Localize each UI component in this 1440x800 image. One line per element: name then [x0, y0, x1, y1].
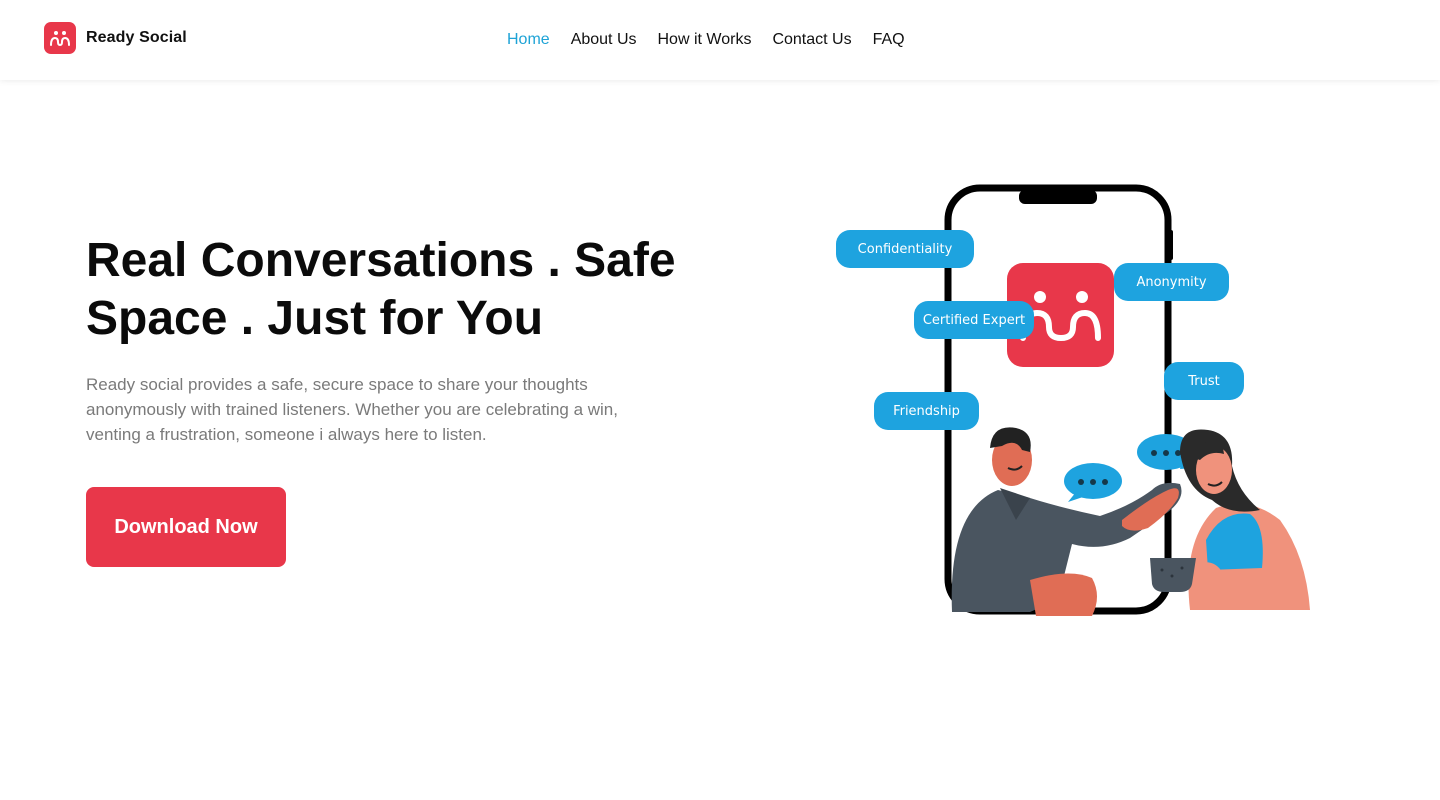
- main-nav: Home About Us How it Works Contact Us FA…: [507, 30, 905, 50]
- hero-title-line-1: Real Conversations . Safe: [86, 234, 676, 287]
- brand-name: Ready Social: [86, 29, 187, 46]
- hero-title: Real Conversations . Safe Space . Just f…: [86, 232, 726, 348]
- tag-trust: Trust: [1164, 362, 1244, 400]
- nav-home[interactable]: Home: [507, 30, 550, 50]
- brand[interactable]: Ready Social: [44, 22, 187, 54]
- tag-certified-expert: Certified Expert: [914, 301, 1034, 339]
- tag-friendship: Friendship: [874, 392, 979, 430]
- tag-confidentiality: Confidentiality: [836, 230, 974, 268]
- nav-about-us[interactable]: About Us: [571, 30, 637, 50]
- site-header: Ready Social Home About Us How it Works …: [0, 0, 1440, 80]
- app-logo-icon: [44, 22, 76, 54]
- nav-how-it-works[interactable]: How it Works: [658, 30, 752, 50]
- download-now-button[interactable]: Download Now: [86, 487, 286, 567]
- hero-title-line-2: Space . Just for You: [86, 292, 544, 345]
- hero-illustration: Confidentiality Anonymity Certified Expe…: [830, 180, 1330, 630]
- hero-description: Ready social provides a safe, secure spa…: [86, 375, 618, 444]
- nav-contact-us[interactable]: Contact Us: [772, 30, 851, 50]
- tag-anonymity: Anonymity: [1114, 263, 1229, 301]
- nav-faq[interactable]: FAQ: [873, 30, 905, 50]
